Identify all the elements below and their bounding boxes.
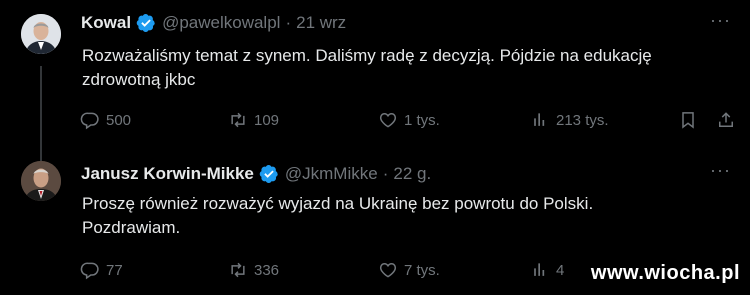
like-count: 1 tys. (404, 111, 440, 129)
views-icon (534, 263, 545, 276)
more-options-icon[interactable]: ··· (710, 10, 731, 31)
author-handle[interactable]: @JkmMikke (285, 164, 378, 184)
tweet-header: Kowal @pawelkowalpl · 21 wrz (81, 13, 346, 33)
tweet-text-line: Proszę również rozważyć wyjazd na Ukrain… (82, 194, 594, 213)
reply-count: 77 (106, 261, 123, 279)
author-name[interactable]: Janusz Korwin-Mikke (81, 164, 254, 184)
like-button[interactable]: 1 tys. (378, 110, 440, 130)
timestamp[interactable]: 21 wrz (296, 13, 346, 33)
reply-button[interactable]: 77 (80, 260, 123, 280)
views-button[interactable]: 213 tys. (530, 110, 609, 130)
reply-icon (80, 112, 99, 130)
bookmark-icon (682, 112, 694, 129)
tweet-text-line: Rozważaliśmy temat z synem. Daliśmy radę… (82, 46, 652, 65)
retweet-icon (231, 112, 245, 128)
verified-badge-icon (259, 164, 279, 184)
views-icon (534, 113, 545, 126)
action-bar: 500 109 1 tys. 213 tys. (80, 110, 750, 134)
tweet-text: Proszę również rozważyć wyjazd na Ukrain… (82, 192, 732, 240)
avatar[interactable] (21, 14, 61, 54)
retweet-count: 109 (254, 111, 280, 129)
reply-button[interactable]: 500 (80, 110, 131, 130)
author-handle[interactable]: @pawelkowalpl (162, 13, 280, 33)
like-count: 7 tys. (404, 261, 440, 279)
timestamp[interactable]: 22 g. (393, 164, 431, 184)
share-icon (719, 112, 733, 127)
heart-icon (379, 112, 397, 128)
tweet-header: Janusz Korwin-Mikke @JkmMikke · 22 g. (81, 164, 431, 184)
reply-icon (80, 262, 99, 280)
tweet-text-line: Pozdrawiam. (82, 218, 181, 237)
views-button[interactable]: 4 (530, 260, 564, 280)
tweet-text-line: zdrowotną jkbc (82, 70, 196, 89)
heart-icon (379, 262, 397, 278)
bookmark-button[interactable] (678, 110, 698, 130)
more-options-icon[interactable]: ··· (710, 160, 731, 181)
views-count: 4 (556, 261, 565, 279)
retweet-button[interactable]: 336 (228, 260, 279, 280)
tweet-kowal[interactable]: Kowal @pawelkowalpl · 21 wrz ··· Rozważa… (0, 0, 750, 162)
tweet-text: Rozważaliśmy temat z synem. Daliśmy radę… (82, 44, 732, 92)
views-count: 213 tys. (556, 111, 609, 129)
retweet-button[interactable]: 109 (228, 110, 279, 130)
author-name[interactable]: Kowal (81, 13, 131, 33)
retweet-count: 336 (254, 261, 280, 279)
avatar[interactable] (21, 161, 61, 201)
reply-count: 500 (106, 111, 132, 129)
like-button[interactable]: 7 tys. (378, 260, 440, 280)
watermark: www.wiocha.pl (590, 262, 740, 284)
separator: · (285, 13, 292, 32)
share-button[interactable] (716, 110, 736, 130)
retweet-icon (231, 262, 245, 278)
separator: · (382, 164, 389, 183)
verified-badge-icon (136, 13, 156, 33)
